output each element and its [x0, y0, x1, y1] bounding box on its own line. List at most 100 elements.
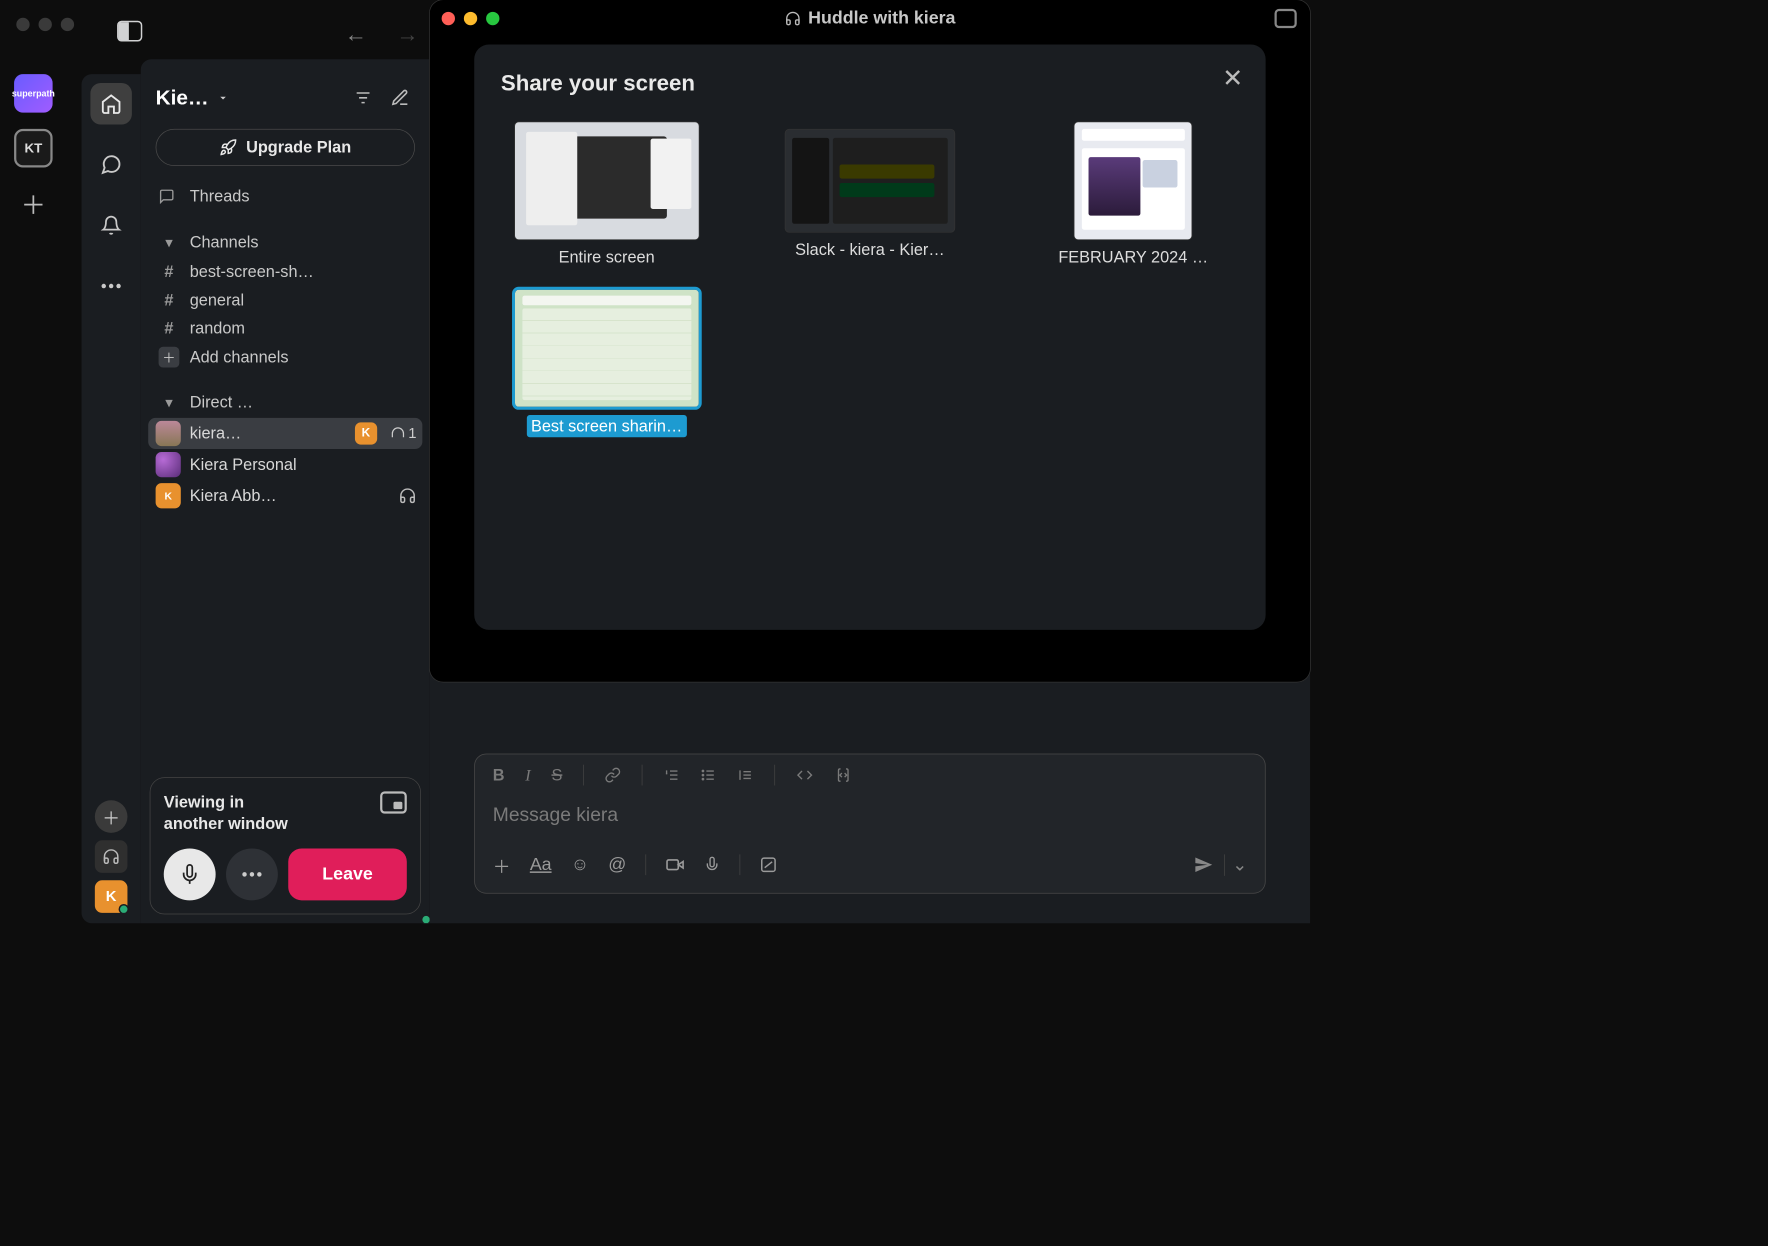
- caret-down-icon: ▾: [159, 233, 180, 252]
- dm-avatar: [156, 452, 181, 477]
- user-avatar[interactable]: K: [95, 880, 128, 913]
- upgrade-plan-label: Upgrade Plan: [246, 138, 351, 157]
- workspace-superpath[interactable]: superpath: [14, 74, 53, 113]
- mention-icon[interactable]: @: [608, 854, 626, 875]
- plus-icon: ＋: [159, 347, 180, 368]
- share-option-entire-screen[interactable]: Entire screen: [501, 122, 712, 267]
- headphones-icon: [784, 10, 800, 26]
- emoji-icon[interactable]: ☺: [571, 854, 589, 875]
- dm-section-header[interactable]: ▾ Direct …: [148, 387, 422, 418]
- dm-item[interactable]: Kiera Personal: [148, 449, 422, 480]
- message-input[interactable]: Message kiera: [475, 796, 1265, 841]
- workspace-name[interactable]: Kie…: [156, 86, 209, 110]
- bold-icon[interactable]: B: [493, 765, 505, 784]
- close-icon[interactable]: ✕: [1222, 64, 1243, 94]
- threads-icon: [159, 188, 180, 204]
- channel-item[interactable]: # best-screen-sh…: [148, 258, 422, 286]
- dm-header-label: Direct …: [190, 393, 253, 412]
- caret-down-icon: ▾: [159, 393, 180, 412]
- threads-label: Threads: [190, 187, 250, 206]
- huddle-indicator-icon[interactable]: [95, 840, 128, 873]
- send-options-icon[interactable]: ⌄: [1224, 854, 1247, 875]
- codeblock-icon[interactable]: [834, 767, 852, 783]
- huddle-panel-subtitle: another window: [164, 815, 288, 834]
- more-options-button[interactable]: [226, 848, 278, 900]
- share-option-february-doc[interactable]: FEBRUARY 2024 …: [1028, 122, 1239, 267]
- blockquote-icon[interactable]: [737, 767, 753, 783]
- leave-huddle-button[interactable]: Leave: [288, 848, 407, 900]
- huddle-participants: 1: [390, 425, 416, 442]
- share-option-label: Slack - kiera - Kier…: [795, 240, 944, 259]
- forward-icon[interactable]: →: [396, 22, 418, 47]
- share-thumbnail: [785, 129, 955, 233]
- huddle-window: Huddle with kiera Share your screen ✕ En…: [430, 0, 1310, 682]
- add-workspace-button[interactable]: ＋: [14, 184, 53, 223]
- format-toolbar: B I S: [475, 754, 1265, 795]
- activity-icon[interactable]: [90, 205, 131, 246]
- workspace-kt[interactable]: KT: [14, 129, 53, 168]
- share-screen-dialog: Share your screen ✕ Entire screen Slack: [474, 44, 1265, 629]
- italic-icon[interactable]: I: [525, 765, 530, 784]
- history-nav: ← →: [345, 22, 419, 47]
- audio-icon[interactable]: [704, 855, 720, 874]
- dm-item[interactable]: K Kiera Abb…: [148, 480, 422, 511]
- add-channels-item[interactable]: ＋Add channels: [148, 342, 422, 372]
- headphones-icon: [399, 487, 417, 505]
- channel-item[interactable]: #general: [148, 286, 422, 314]
- shortcuts-icon[interactable]: [760, 856, 778, 874]
- dm-icon[interactable]: [90, 144, 131, 185]
- composer-actions: ＋ Aa ☺ @ ⌄: [475, 841, 1265, 893]
- code-icon[interactable]: [796, 767, 814, 783]
- home-icon[interactable]: [90, 83, 131, 124]
- share-option-slack-window[interactable]: Slack - kiera - Kier…: [764, 122, 975, 267]
- workspace-switcher: superpath KT ＋: [7, 74, 59, 222]
- popout-icon[interactable]: [380, 791, 407, 813]
- attach-icon[interactable]: ＋: [493, 852, 511, 878]
- strike-icon[interactable]: S: [551, 765, 562, 784]
- dm-name: kiera…: [190, 424, 242, 443]
- message-composer[interactable]: B I S Message kiera ＋ Aa ☺ @: [474, 754, 1265, 894]
- huddle-mini-panel: Viewing in another window Leave: [150, 777, 421, 914]
- create-new-button[interactable]: ＋: [95, 800, 128, 833]
- window-controls[interactable]: [442, 12, 500, 25]
- compose-icon[interactable]: [385, 83, 415, 113]
- expand-icon[interactable]: [1275, 9, 1297, 28]
- share-thumbnail: [1074, 122, 1193, 241]
- share-option-label: Entire screen: [559, 247, 655, 266]
- bullet-list-icon[interactable]: [700, 767, 716, 783]
- share-option-best-screen-sharing[interactable]: Best screen sharin…: [501, 289, 712, 437]
- huddle-panel-title: Viewing in: [164, 793, 244, 812]
- channels-section-header[interactable]: ▾ Channels: [148, 227, 422, 258]
- huddle-window-title: Huddle with kiera: [808, 8, 955, 29]
- channel-sidebar: Kie… Upgrade Plan Threads ▾ Channels # be…: [141, 59, 430, 923]
- upgrade-plan-button[interactable]: Upgrade Plan: [156, 129, 415, 166]
- channel-name: best-screen-sh…: [190, 262, 314, 281]
- huddle-window-titlebar[interactable]: Huddle with kiera: [430, 0, 1310, 37]
- more-icon[interactable]: [90, 265, 131, 306]
- mute-button[interactable]: [164, 848, 216, 900]
- hash-icon: #: [159, 262, 180, 281]
- dm-avatar: K: [156, 483, 181, 508]
- hash-icon: #: [159, 319, 180, 338]
- filter-icon[interactable]: [348, 83, 378, 113]
- share-thumbnail: [514, 289, 699, 408]
- send-button[interactable]: [1187, 850, 1220, 880]
- dm-name: Kiera Abb…: [190, 486, 277, 505]
- sidebar-toggle-icon[interactable]: [117, 21, 142, 42]
- share-option-label: Best screen sharin…: [527, 415, 687, 437]
- formatting-toggle-icon[interactable]: Aa: [530, 854, 552, 875]
- hash-icon: #: [159, 290, 180, 309]
- video-icon[interactable]: [666, 855, 685, 874]
- threads-item[interactable]: Threads: [148, 181, 422, 212]
- app-window-controls[interactable]: [16, 18, 74, 31]
- share-dialog-title: Share your screen: [501, 71, 1239, 96]
- back-icon[interactable]: ←: [345, 22, 367, 47]
- dm-item[interactable]: kiera… K 1: [148, 418, 422, 449]
- chevron-down-icon[interactable]: [216, 91, 229, 104]
- share-option-label: FEBRUARY 2024 …: [1058, 247, 1208, 266]
- ordered-list-icon[interactable]: [663, 767, 679, 783]
- channel-item[interactable]: # random: [148, 314, 422, 342]
- channel-name: random: [190, 319, 245, 338]
- link-icon[interactable]: [605, 767, 621, 783]
- dm-name: Kiera Personal: [190, 455, 297, 474]
